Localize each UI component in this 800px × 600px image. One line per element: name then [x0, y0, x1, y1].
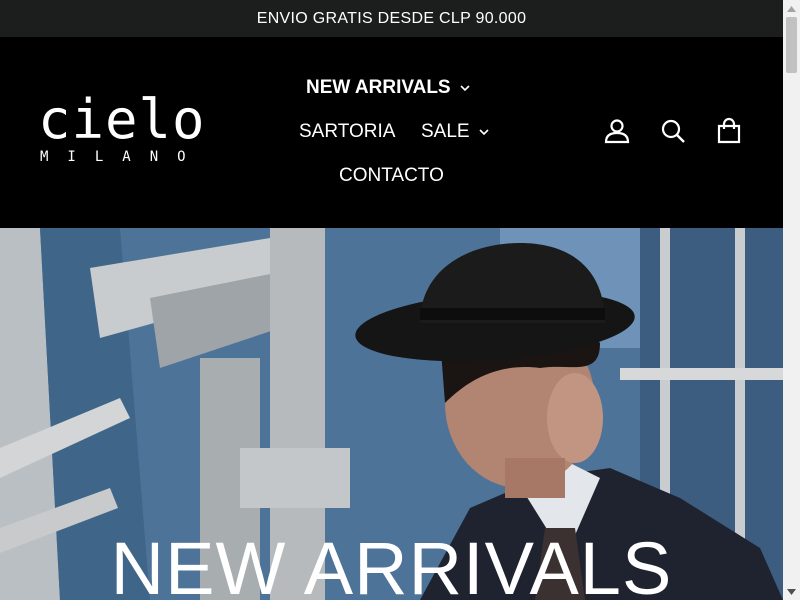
logo[interactable]: cielo MILANO	[38, 93, 233, 173]
nav-label: SARTORIA	[299, 121, 396, 142]
site-header: cielo MILANO NEW ARRIVALS SARTORIA SALE …	[0, 37, 783, 228]
header-icons	[603, 117, 743, 145]
main-nav: NEW ARRIVALS SARTORIA SALE CONTACTO	[270, 37, 510, 228]
scroll-up-arrow-icon[interactable]	[783, 0, 800, 17]
nav-item-contacto[interactable]: CONTACTO	[339, 165, 444, 187]
nav-label: CONTACTO	[339, 165, 444, 186]
chevron-down-icon	[459, 82, 471, 94]
user-icon[interactable]	[603, 117, 631, 145]
nav-label: NEW ARRIVALS	[306, 77, 451, 98]
nav-item-new-arrivals[interactable]: NEW ARRIVALS	[306, 77, 471, 99]
scroll-down-arrow-icon[interactable]	[783, 583, 800, 600]
announcement-bar: ENVIO GRATIS DESDE CLP 90.000	[0, 0, 783, 37]
hero-banner[interactable]: NEW ARRIVALS	[0, 228, 783, 600]
scrollbar[interactable]	[783, 0, 800, 600]
hero-title: NEW ARRIVALS	[110, 527, 673, 600]
nav-item-sartoria[interactable]: SARTORIA	[299, 121, 395, 143]
search-icon[interactable]	[659, 117, 687, 145]
scroll-thumb[interactable]	[786, 17, 797, 73]
cart-icon[interactable]	[715, 117, 743, 145]
logo-word: cielo	[38, 88, 206, 151]
nav-item-sale[interactable]: SALE	[421, 121, 490, 143]
logo-subtitle: MILANO	[40, 149, 205, 165]
announcement-text: ENVIO GRATIS DESDE CLP 90.000	[256, 9, 527, 27]
chevron-down-icon	[478, 126, 490, 138]
nav-label: SALE	[421, 121, 470, 142]
